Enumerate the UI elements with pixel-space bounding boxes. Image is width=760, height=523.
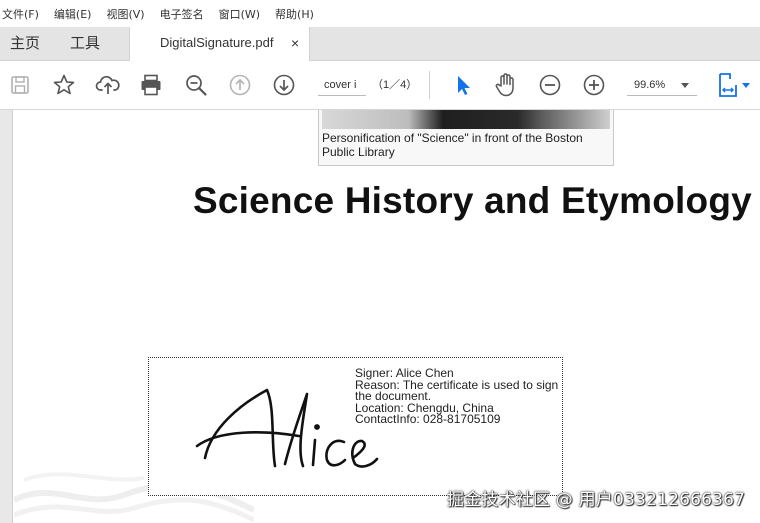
- document-view[interactable]: Personification of "Science" in front of…: [0, 110, 760, 523]
- zoom-value: 99.6%: [634, 79, 666, 91]
- page-down-icon[interactable]: [270, 71, 298, 99]
- zoom-out-search-icon[interactable]: [182, 71, 210, 99]
- figure-caption: Personification of "Science" in front of…: [322, 131, 583, 159]
- zoom-select[interactable]: 99.6%: [627, 74, 697, 96]
- signature-reason: Reason: The certificate is used to sign …: [355, 377, 562, 403]
- signature-details: Signer: Alice Chen Reason: The certifica…: [355, 367, 562, 426]
- figure: Personification of "Science" in front of…: [318, 110, 614, 166]
- bookmark-star-icon[interactable]: [50, 71, 78, 99]
- tab-bar: 主页 工具 DigitalSignature.pdf ×: [0, 27, 760, 61]
- menu-file[interactable]: 文件(F): [2, 6, 46, 22]
- page-count: （1／4）: [372, 79, 418, 91]
- hand-tool-icon[interactable]: [492, 71, 520, 99]
- menu-bar: 文件(F) 编辑(E) 视图(V) 电子签名 窗口(W) 帮助(H): [0, 0, 760, 27]
- signature-contact: ContactInfo: 028-81705109: [355, 412, 501, 426]
- menu-esign[interactable]: 电子签名: [160, 6, 211, 22]
- menu-help[interactable]: 帮助(H): [275, 6, 321, 22]
- zoom-out-icon[interactable]: [536, 71, 564, 99]
- close-icon[interactable]: ×: [291, 27, 299, 59]
- page-up-icon[interactable]: [226, 71, 254, 99]
- select-arrow-icon[interactable]: [449, 71, 477, 99]
- toolbar-divider: [429, 71, 430, 99]
- signature-field[interactable]: Signer: Alice Chen Reason: The certifica…: [148, 357, 563, 496]
- fit-page-icon[interactable]: [714, 71, 754, 99]
- page-heading: Science History and Etymology: [193, 180, 752, 221]
- print-icon[interactable]: [137, 71, 165, 99]
- tab-document-title: DigitalSignature.pdf: [160, 35, 274, 50]
- page-number-input[interactable]: cover i: [318, 74, 366, 96]
- chevron-down-icon: [681, 83, 689, 88]
- tab-document[interactable]: DigitalSignature.pdf ×: [129, 27, 310, 61]
- site-watermark: 掘金技术社区 @ 用户033212666367: [447, 490, 746, 510]
- figure-image: [322, 110, 610, 129]
- menu-view[interactable]: 视图(V): [106, 6, 151, 22]
- tab-tools[interactable]: 工具: [70, 27, 100, 61]
- navigation-pane-edge[interactable]: [0, 110, 13, 523]
- save-icon[interactable]: [6, 71, 34, 99]
- zoom-in-icon[interactable]: [580, 71, 608, 99]
- tab-home[interactable]: 主页: [10, 27, 40, 61]
- toolbar: cover i （1／4） 99.6%: [0, 61, 760, 110]
- menu-window[interactable]: 窗口(W): [219, 6, 267, 22]
- cloud-upload-icon[interactable]: [94, 71, 122, 99]
- menu-edit[interactable]: 编辑(E): [54, 6, 99, 22]
- handwritten-signature: [195, 388, 379, 468]
